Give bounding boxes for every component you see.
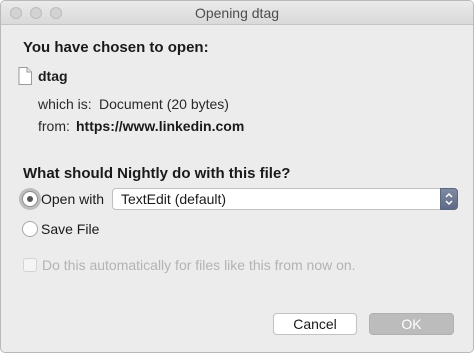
save-file-radio[interactable] [22,221,38,237]
ok-button[interactable]: OK [369,313,454,335]
chosen-heading: You have chosen to open: [23,39,209,56]
title-bar: Opening dtag [1,1,473,25]
auto-action-label: Do this automatically for files like thi… [42,257,356,273]
source-url: https://www.linkedin.com [76,118,245,134]
application-selected-value: TextEdit (default) [121,191,227,207]
application-select[interactable]: TextEdit (default) [112,188,458,210]
action-question: What should Nightly do with this file? [23,165,291,182]
document-icon [18,67,32,85]
file-name: dtag [38,68,68,84]
which-is-label: which is: [38,96,92,112]
window-title: Opening dtag [194,5,280,21]
select-stepper-icon[interactable] [440,188,458,210]
file-type-value: Document (20 bytes) [99,96,229,112]
open-with-radio[interactable] [22,191,38,207]
open-with-label[interactable]: Open with [41,191,104,207]
cancel-button[interactable]: Cancel [273,313,357,335]
save-file-label[interactable]: Save File [41,221,99,237]
from-label: from: [38,118,70,134]
download-dialog: Opening dtag You have chosen to open: dt… [0,0,474,353]
auto-action-checkbox[interactable] [23,258,37,272]
